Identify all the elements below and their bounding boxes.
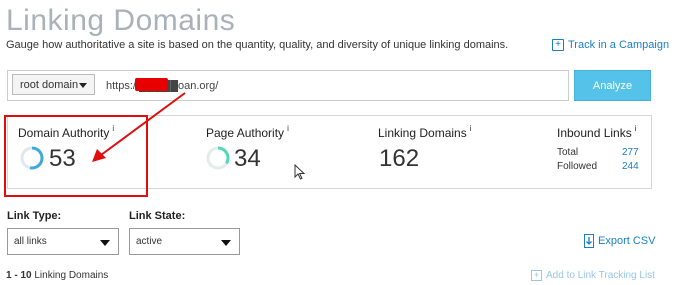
redaction-mark xyxy=(135,78,168,91)
page-authority-label-wrap: Page Authority i xyxy=(206,124,289,142)
linking-domains-value: 162 xyxy=(379,145,420,172)
mouse-cursor-icon xyxy=(294,164,306,180)
chevron-down-icon xyxy=(79,83,87,88)
results-range: 1 - 10 xyxy=(6,270,32,281)
info-icon[interactable]: i xyxy=(470,124,472,133)
link-state-select[interactable]: active xyxy=(129,228,240,255)
inbound-links-label: Inbound Links xyxy=(557,126,632,140)
analyze-button[interactable]: Analyze xyxy=(574,70,651,101)
annotation-highlight-box xyxy=(4,115,148,197)
linking-domains-label-wrap: Linking Domains i xyxy=(378,124,472,142)
page-authority-ring xyxy=(206,146,230,170)
info-icon[interactable]: i xyxy=(635,124,637,133)
add-to-link-tracking-label: Add to Link Tracking List xyxy=(546,270,655,281)
inbound-total-value[interactable]: 277 xyxy=(622,147,639,158)
plus-icon: + xyxy=(531,270,542,281)
url-input[interactable] xyxy=(104,75,548,97)
chevron-down-icon xyxy=(100,240,110,246)
track-in-campaign-link[interactable]: + Track in a Campaign xyxy=(552,39,669,51)
info-icon[interactable]: i xyxy=(287,124,289,133)
inbound-followed-label: Followed xyxy=(557,161,598,172)
link-type-value: all links xyxy=(14,236,47,247)
link-state-value: active xyxy=(136,236,163,247)
chevron-down-icon xyxy=(221,240,231,246)
scope-select[interactable]: root domain xyxy=(12,74,95,95)
page-authority-label: Page Authority xyxy=(206,126,285,140)
track-in-campaign-label: Track in a Campaign xyxy=(568,39,670,51)
link-type-select[interactable]: all links xyxy=(7,228,119,255)
download-icon xyxy=(584,234,594,248)
export-csv-label: Export CSV xyxy=(598,235,656,247)
link-state-label: Link State: xyxy=(129,210,186,222)
add-to-link-tracking-button[interactable]: + Add to Link Tracking List xyxy=(531,270,655,281)
link-type-label: Link Type: xyxy=(7,210,62,222)
page-authority-value: 34 xyxy=(234,145,261,172)
plus-icon: + xyxy=(552,39,564,51)
inbound-followed-value[interactable]: 244 xyxy=(622,161,639,172)
page-subtitle: Gauge how authoritative a site is based … xyxy=(6,39,509,51)
inbound-total-label: Total xyxy=(557,147,579,158)
results-summary: 1 - 10 Linking Domains xyxy=(6,270,108,281)
page-title: Linking Domains xyxy=(6,4,236,37)
export-csv-link[interactable]: Export CSV xyxy=(584,234,655,248)
results-label: Linking Domains xyxy=(34,270,109,281)
linking-domains-label: Linking Domains xyxy=(378,126,467,140)
scope-select-value: root domain xyxy=(20,78,79,91)
inbound-links-label-wrap: Inbound Links i xyxy=(557,124,637,142)
